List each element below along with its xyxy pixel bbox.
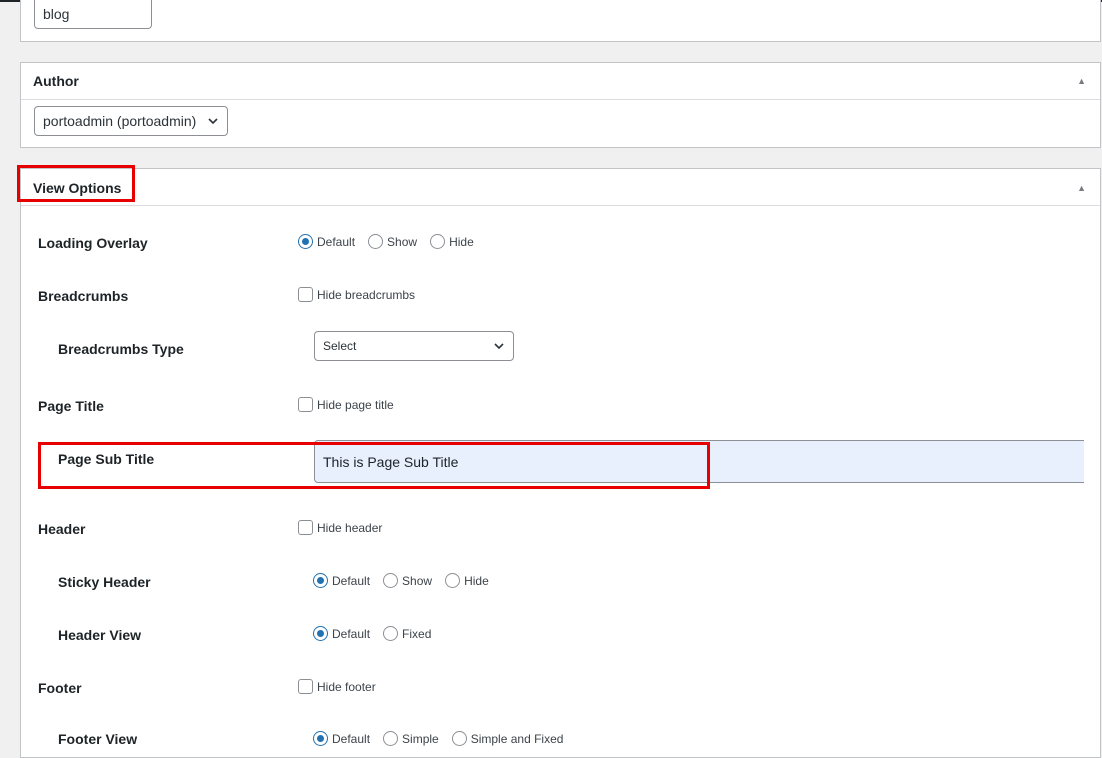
hide-page-title-option: Hide page title	[298, 397, 394, 412]
footer-view-default-radio[interactable]	[313, 731, 328, 746]
loading-overlay-label: Loading Overlay	[38, 235, 148, 251]
slug-input[interactable]: blog	[34, 0, 152, 29]
triangle-up-icon[interactable]: ▲	[1077, 183, 1086, 193]
radio-label: Fixed	[402, 626, 432, 641]
chevron-down-icon	[494, 343, 504, 350]
page-sub-title-input[interactable]: This is Page Sub Title	[314, 440, 1084, 483]
breadcrumbs-label: Breadcrumbs	[38, 288, 129, 304]
footer-label: Footer	[38, 680, 82, 696]
footer-view-simple-radio[interactable]	[383, 731, 399, 746]
sticky-header-hide-radio[interactable]	[445, 573, 461, 588]
radio-label: Hide	[464, 573, 489, 588]
breadcrumbs-type-select[interactable]: Select	[314, 331, 514, 361]
sticky-header-label: Sticky Header	[58, 574, 151, 590]
header-view-fixed-radio[interactable]	[383, 626, 399, 641]
hide-header-option: Hide header	[298, 520, 382, 535]
radio-label: Default	[317, 234, 356, 249]
triangle-up-icon[interactable]: ▲	[1077, 76, 1086, 86]
radio-label: Hide	[449, 234, 474, 249]
sticky-header-show-radio[interactable]	[383, 573, 399, 588]
checkbox-label: Hide breadcrumbs	[317, 287, 416, 302]
sticky-header-default-radio[interactable]	[313, 573, 328, 588]
page-sub-title-label: Page Sub Title	[58, 451, 155, 467]
breadcrumbs-type-label: Breadcrumbs Type	[58, 341, 184, 357]
header-view-radios: Default Fixed	[313, 626, 431, 641]
view-options-header[interactable]: View Options ▲	[21, 169, 1100, 206]
loading-overlay-show-radio[interactable]	[368, 234, 384, 249]
radio-label: Show	[402, 573, 433, 588]
chevron-down-icon	[208, 118, 218, 125]
hide-header-checkbox[interactable]	[298, 520, 313, 535]
radio-label: Default	[332, 626, 371, 641]
radio-label: Simple	[402, 731, 439, 746]
author-panel-header[interactable]: Author ▲	[21, 63, 1100, 100]
radio-label: Default	[332, 731, 371, 746]
radio-label: Default	[332, 573, 371, 588]
radio-label: Show	[387, 234, 418, 249]
footer-view-label: Footer View	[58, 731, 138, 747]
hide-page-title-checkbox[interactable]	[298, 397, 313, 412]
slug-panel: blog	[20, 0, 1101, 42]
radio-label: Simple and Fixed	[470, 731, 564, 746]
footer-view-radios: Default Simple Simple and Fixed	[313, 731, 563, 746]
sticky-header-radios: Default Show Hide	[313, 573, 489, 588]
hide-footer-checkbox[interactable]	[298, 679, 313, 694]
hide-breadcrumbs-option: Hide breadcrumbs	[298, 287, 415, 302]
header-view-label: Header View	[58, 627, 142, 643]
author-panel: Author ▲ portoadmin (portoadmin)	[20, 62, 1101, 148]
loading-overlay-radios: Default Show Hide	[298, 234, 474, 249]
view-options-title: View Options	[33, 180, 122, 196]
footer-view-simple-fixed-radio[interactable]	[451, 731, 467, 746]
checkbox-label: Hide footer	[317, 679, 376, 694]
checkbox-label: Hide header	[317, 520, 383, 535]
author-select-value: portoadmin (portoadmin)	[43, 113, 197, 129]
loading-overlay-default-radio[interactable]	[298, 234, 313, 249]
hide-breadcrumbs-checkbox[interactable]	[298, 287, 313, 302]
author-select[interactable]: portoadmin (portoadmin)	[34, 106, 228, 136]
breadcrumbs-type-value: Select	[323, 339, 357, 353]
header-label: Header	[38, 521, 86, 537]
page-title-label: Page Title	[38, 398, 104, 414]
hide-footer-option: Hide footer	[298, 679, 376, 694]
header-view-default-radio[interactable]	[313, 626, 328, 641]
loading-overlay-hide-radio[interactable]	[430, 234, 446, 249]
checkbox-label: Hide page title	[317, 397, 394, 412]
author-panel-title: Author	[33, 73, 79, 89]
